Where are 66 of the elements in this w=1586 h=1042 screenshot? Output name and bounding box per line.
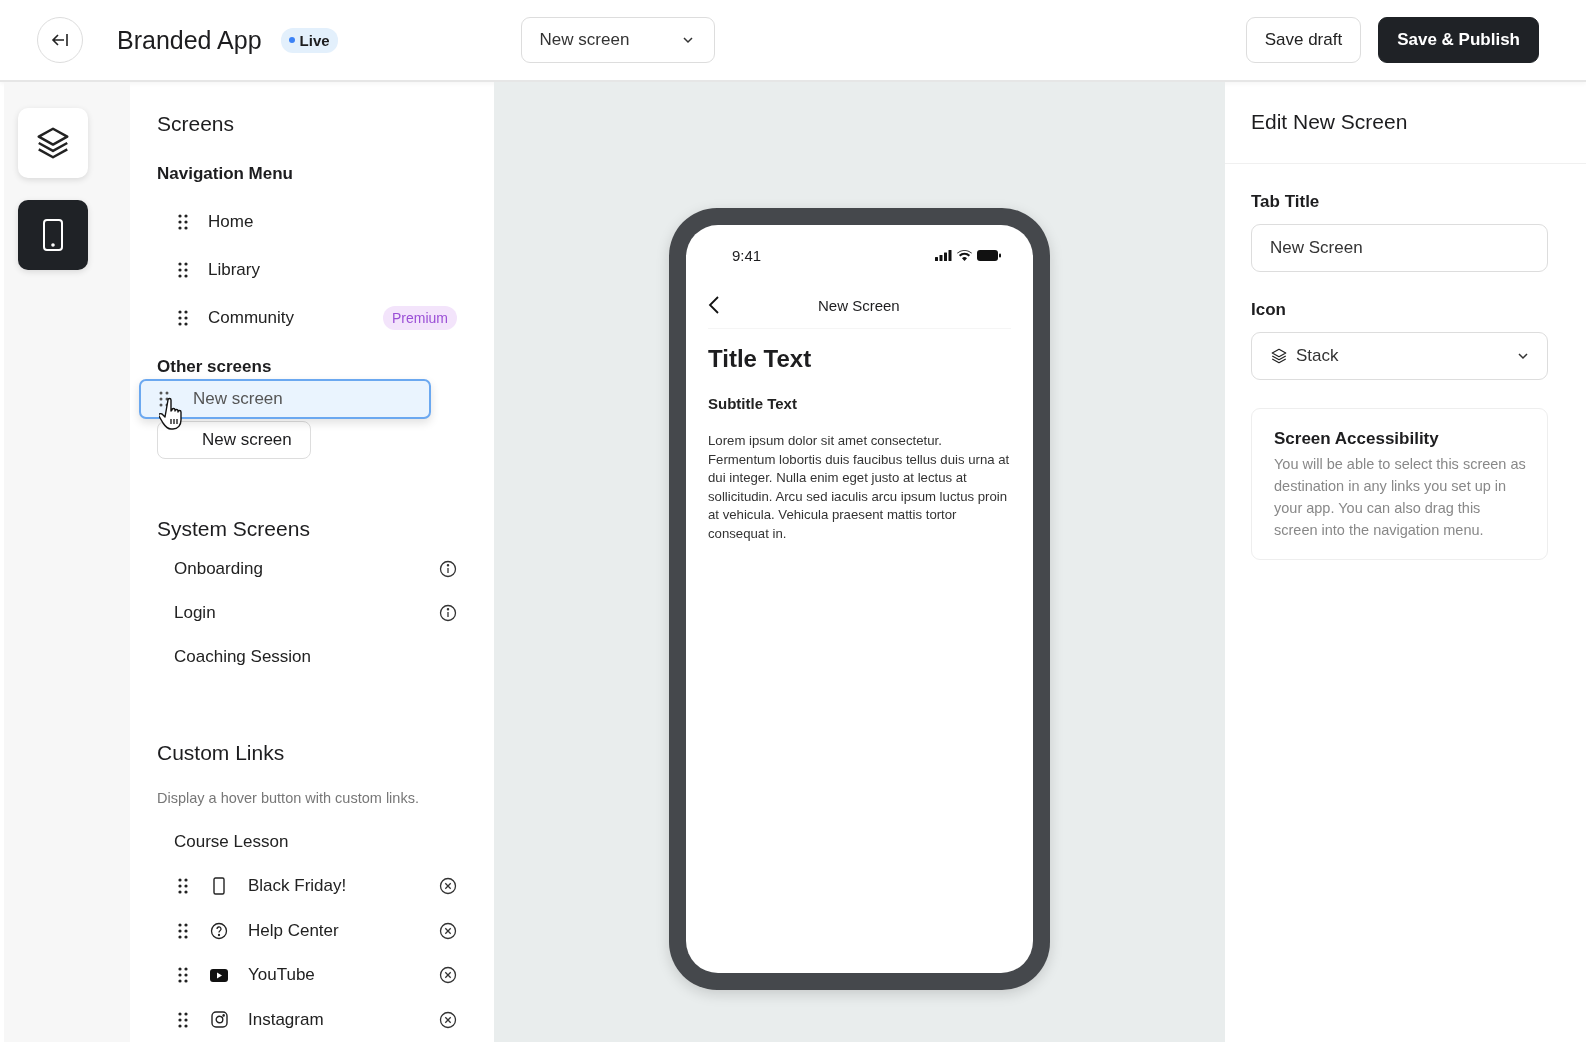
icon-dropdown[interactable]: Stack xyxy=(1251,332,1548,380)
drag-handle-icon[interactable] xyxy=(178,262,188,278)
publish-button[interactable]: Save & Publish xyxy=(1378,17,1539,63)
drag-handle-icon[interactable] xyxy=(178,878,188,895)
wifi-icon xyxy=(957,250,972,261)
layers-icon xyxy=(1270,347,1288,365)
nav-item[interactable]: Community xyxy=(208,308,294,328)
save-draft-button[interactable]: Save draft xyxy=(1245,17,1362,63)
back-chevron-icon[interactable] xyxy=(708,295,720,315)
field-label: Tab Title xyxy=(1251,192,1321,212)
section-title: System Screens xyxy=(157,517,311,542)
dragged-screen-item[interactable]: New screen xyxy=(139,379,431,419)
chevron-down-icon xyxy=(681,36,694,44)
premium-badge: Premium xyxy=(383,306,457,330)
custom-link-item[interactable]: Black Friday! xyxy=(248,876,347,897)
chevron-down-icon xyxy=(1517,352,1529,360)
section-heading: Navigation Menu xyxy=(157,164,294,184)
preview-body-text: Lorem ipsum dolor sit amet consectetur. Fermentum lobortis duis faucibus tellus duis urna at dui integer. Nulla enim eget justo at lectus at sollicitudin. Arcu sed iaculis arcu ipsum luctus proin at vehicula. Vehicula praesent mattis tortor consequat in. xyxy=(708,432,1011,543)
nav-item[interactable]: Home xyxy=(208,212,254,232)
status-time: 9:41 xyxy=(732,247,762,264)
custom-link-item[interactable]: Help Center xyxy=(248,920,339,941)
camera-icon xyxy=(210,1011,228,1029)
remove-icon[interactable] xyxy=(439,921,457,940)
remove-icon[interactable] xyxy=(439,966,457,985)
layers-tool-button[interactable] xyxy=(18,108,88,178)
screen-dropdown[interactable]: New screen xyxy=(520,17,715,63)
section-heading: Other screens xyxy=(157,357,273,377)
help-icon xyxy=(210,921,228,940)
drag-handle-icon[interactable] xyxy=(178,967,188,984)
remove-icon[interactable] xyxy=(439,877,457,896)
app-title: Branded App xyxy=(117,25,262,55)
phone-icon xyxy=(212,877,226,896)
sidebar-title: Screens xyxy=(157,112,236,137)
system-screen-item[interactable]: Onboarding xyxy=(174,559,263,579)
battery-icon xyxy=(977,250,1001,261)
panel-title: Edit New Screen xyxy=(1251,110,1408,133)
section-title: Custom Links xyxy=(157,741,286,766)
drag-handle-icon[interactable] xyxy=(178,214,188,230)
tab-title-field[interactable]: New Screen xyxy=(1251,224,1548,272)
signal-icon xyxy=(935,250,952,261)
info-icon[interactable] xyxy=(439,604,457,622)
remove-icon[interactable] xyxy=(439,1010,457,1029)
back-button[interactable] xyxy=(37,17,83,63)
drag-handle-icon[interactable] xyxy=(178,1011,188,1028)
field-label: Icon xyxy=(1251,300,1287,320)
drag-handle-icon[interactable] xyxy=(178,922,188,939)
card-title: Screen Accessibility xyxy=(1274,429,1440,449)
card-text: You will be able to select this screen as destination in any links you set up in your app. You can also drag this screen into the navigation menu. xyxy=(1274,455,1527,540)
custom-link-item[interactable]: YouTube xyxy=(248,965,315,986)
link-group-title: Course Lesson xyxy=(174,832,289,852)
screen-nav-title: New Screen xyxy=(818,296,900,314)
drag-handle-icon[interactable] xyxy=(178,310,188,326)
play-icon xyxy=(210,968,228,982)
system-screen-item[interactable]: Coaching Session xyxy=(174,647,312,667)
collapse-icon xyxy=(51,33,69,47)
info-icon[interactable] xyxy=(439,560,457,578)
phone-tool-button[interactable] xyxy=(18,200,88,270)
screen-item[interactable]: New screen xyxy=(157,421,311,459)
status-label: Live xyxy=(299,31,330,49)
preview-title: Title Text xyxy=(708,345,813,373)
phone-icon xyxy=(42,218,64,252)
system-screen-item[interactable]: Login xyxy=(174,603,216,623)
custom-link-item[interactable]: Instagram xyxy=(248,1009,324,1030)
section-description: Display a hover button with custom links. xyxy=(157,790,420,806)
preview-subtitle: Subtitle Text xyxy=(708,395,798,412)
nav-item[interactable]: Library xyxy=(208,260,260,280)
